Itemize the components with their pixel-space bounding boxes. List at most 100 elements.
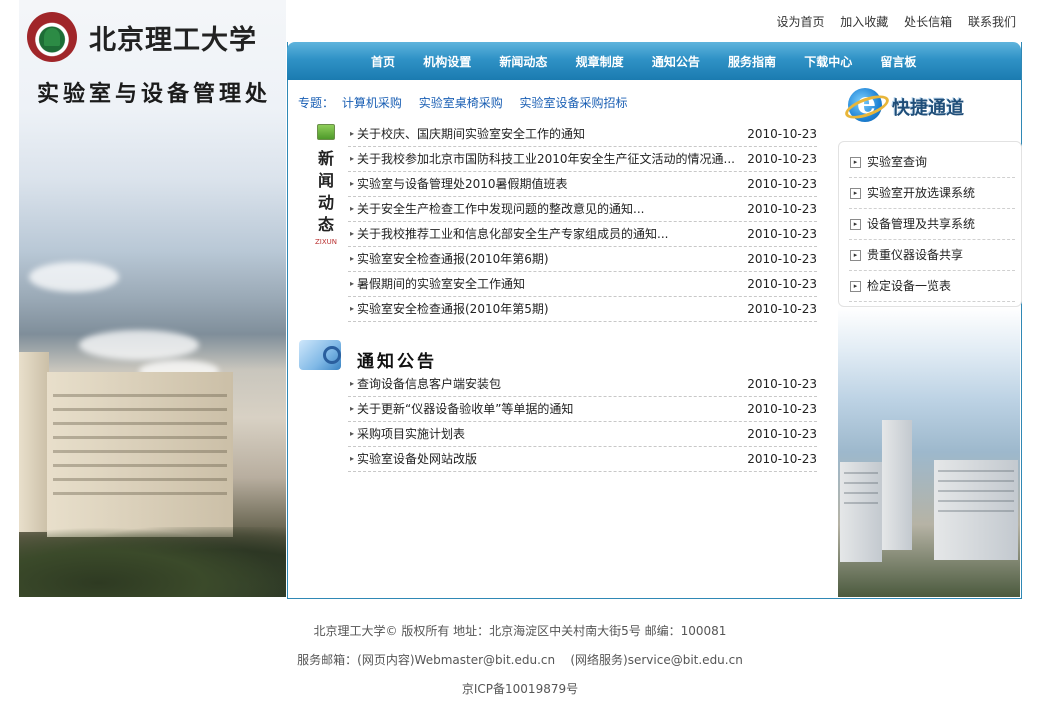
bullet-arrow-icon: ▸	[350, 404, 355, 413]
news-item[interactable]: ▸ 关于校庆、国庆期间实验室安全工作的通知 2010-10-23	[348, 122, 817, 147]
monitor-icon	[317, 124, 335, 140]
nav-service-guide[interactable]: 服务指南	[728, 55, 776, 69]
notice-item-date: 2010-10-23	[747, 427, 817, 441]
nav-downloads[interactable]: 下载中心	[804, 55, 852, 69]
news-item-date: 2010-10-23	[747, 252, 817, 266]
topic-link-computer[interactable]: 计算机采购	[342, 96, 402, 110]
bullet-arrow-icon: ▸	[350, 229, 355, 238]
department-name: 实验室与设备管理处	[37, 81, 272, 107]
building-image	[840, 462, 882, 562]
footer-icp: 京ICP备10019879号	[461, 682, 579, 696]
quick-link-equipment-system[interactable]: ▸ 设备管理及共享系统	[849, 209, 1015, 240]
notice-section-title: 通知公告	[357, 352, 437, 372]
quick-link-label[interactable]: 实验室开放选课系统	[867, 178, 975, 208]
bullet-arrow-icon: ▸	[350, 129, 355, 138]
nav-organization[interactable]: 机构设置	[423, 55, 471, 69]
bullet-arrow-icon: ▸	[350, 254, 355, 263]
bullet-arrow-icon: ▸	[350, 304, 355, 313]
news-item-date: 2010-10-23	[747, 177, 817, 191]
topics-label: 专题：	[298, 96, 335, 110]
bullet-arrow-icon: ▸	[350, 429, 355, 438]
notice-item-title[interactable]: 采购项目实施计划表	[357, 422, 742, 446]
news-item-title[interactable]: 实验室安全检查通报(2010年第5期)	[357, 297, 742, 321]
news-item-date: 2010-10-23	[747, 227, 817, 241]
building-image	[934, 460, 1018, 560]
news-item-title[interactable]: 关于校庆、国庆期间实验室安全工作的通知	[357, 122, 742, 146]
magnifier-icon	[299, 340, 341, 370]
nav-home[interactable]: 首页	[371, 55, 395, 69]
news-item[interactable]: ▸ 实验室与设备管理处2010暑假期值班表 2010-10-23	[348, 172, 817, 197]
arrow-box-icon: ▸	[850, 188, 861, 199]
nav-news[interactable]: 新闻动态	[499, 55, 547, 69]
bullet-arrow-icon: ▸	[350, 279, 355, 288]
top-links: 设为首页 加入收藏 处长信箱 联系我们	[764, 13, 1016, 30]
university-name: 北京理工大学	[89, 25, 257, 56]
notice-section-header: 通知公告	[299, 338, 499, 374]
notice-item-title[interactable]: 查询设备信息客户端安装包	[357, 372, 742, 396]
cloud	[29, 262, 119, 292]
notice-item-date: 2010-10-23	[747, 402, 817, 416]
cloud	[79, 330, 199, 360]
nav-notices[interactable]: 通知公告	[652, 55, 700, 69]
notice-item[interactable]: ▸ 关于更新“仪器设备验收单”等单据的通知 2010-10-23	[348, 397, 817, 422]
add-favorite-link[interactable]: 加入收藏	[840, 15, 888, 29]
news-title-char: 新	[317, 149, 334, 168]
contact-us-link[interactable]: 联系我们	[968, 15, 1016, 29]
bullet-arrow-icon: ▸	[350, 204, 355, 213]
news-item-date: 2010-10-23	[747, 127, 817, 141]
news-item[interactable]: ▸ 关于安全生产检查工作中发现问题的整改意见的通知... 2010-10-23	[348, 197, 817, 222]
main-nav: 首页 机构设置 新闻动态 规章制度 通知公告 服务指南 下载中心 留言板	[287, 42, 1021, 80]
quick-link-instrument-sharing[interactable]: ▸ 贵重仪器设备共享	[849, 240, 1015, 271]
bullet-arrow-icon: ▸	[350, 154, 355, 163]
quick-access-list: ▸ 实验室查询 ▸ 实验室开放选课系统 ▸ 设备管理及共享系统 ▸ 贵重仪器设备共享 ▸…	[838, 141, 1022, 307]
trees-image	[19, 527, 286, 597]
news-item-title[interactable]: 关于安全生产检查工作中发现问题的整改意见的通知...	[357, 197, 742, 221]
footer-copyright: 北京理工大学© 版权所有 地址：北京海淀区中关村南大街5号 邮编：100081	[313, 624, 727, 638]
set-homepage-link[interactable]: 设为首页	[776, 15, 824, 29]
news-item[interactable]: ▸ 暑假期间的实验室安全工作通知 2010-10-23	[348, 272, 817, 297]
header-banner: 北京理工大学 实验室与设备管理处	[19, 0, 286, 597]
topics-row: 专题： 计算机采购 实验室桌椅采购 实验室设备采购招标	[298, 94, 641, 111]
quick-access-title: 快捷通道	[892, 98, 964, 119]
news-item-title[interactable]: 实验室安全检查通报(2010年第6期)	[357, 247, 742, 271]
arrow-box-icon: ▸	[850, 219, 861, 230]
arrow-box-icon: ▸	[850, 157, 861, 168]
bullet-arrow-icon: ▸	[350, 179, 355, 188]
news-item-title[interactable]: 关于我校推荐工业和信息化部安全生产专家组成员的通知...	[357, 222, 742, 246]
notice-item-title[interactable]: 实验室设备处网站改版	[357, 447, 742, 471]
topic-link-furniture[interactable]: 实验室桌椅采购	[419, 96, 503, 110]
nav-message-board[interactable]: 留言板	[880, 55, 916, 69]
arrow-box-icon: ▸	[850, 281, 861, 292]
topic-link-equipment[interactable]: 实验室设备采购招标	[520, 96, 628, 110]
quick-link-label[interactable]: 检定设备一览表	[867, 271, 951, 301]
news-item[interactable]: ▸ 实验室安全检查通报(2010年第5期) 2010-10-23	[348, 297, 817, 322]
notice-item[interactable]: ▸ 实验室设备处网站改版 2010-10-23	[348, 447, 817, 472]
director-mailbox-link[interactable]: 处长信箱	[904, 15, 952, 29]
notice-item-title[interactable]: 关于更新“仪器设备验收单”等单据的通知	[357, 397, 742, 421]
quick-link-lab-query[interactable]: ▸ 实验室查询	[849, 147, 1015, 178]
news-section-label: 新 闻 动 态 ZIXUN	[315, 124, 337, 246]
news-item-title[interactable]: 关于我校参加北京市国防科技工业2010年安全生产征文活动的情况通...	[357, 147, 742, 171]
notice-item[interactable]: ▸ 采购项目实施计划表 2010-10-23	[348, 422, 817, 447]
university-emblem-icon	[27, 12, 77, 62]
nav-regulations[interactable]: 规章制度	[576, 55, 624, 69]
news-title-char: 动	[317, 193, 334, 212]
news-item[interactable]: ▸ 关于我校参加北京市国防科技工业2010年安全生产征文活动的情况通... 2010…	[348, 147, 817, 172]
news-item[interactable]: ▸ 关于我校推荐工业和信息化部安全生产专家组成员的通知... 2010-10-23	[348, 222, 817, 247]
news-item-title[interactable]: 暑假期间的实验室安全工作通知	[357, 272, 742, 296]
news-item-date: 2010-10-23	[747, 277, 817, 291]
building-image	[882, 420, 912, 550]
news-list: ▸ 关于校庆、国庆期间实验室安全工作的通知 2010-10-23 ▸ 关于我校参加北京…	[348, 122, 817, 322]
news-title-char: 闻	[317, 171, 334, 190]
quick-link-label[interactable]: 实验室查询	[867, 147, 927, 177]
notice-item[interactable]: ▸ 查询设备信息客户端安装包 2010-10-23	[348, 372, 817, 397]
quick-link-course-system[interactable]: ▸ 实验室开放选课系统	[849, 178, 1015, 209]
news-item-date: 2010-10-23	[747, 152, 817, 166]
news-item-date: 2010-10-23	[747, 302, 817, 316]
news-item-title[interactable]: 实验室与设备管理处2010暑假期值班表	[357, 172, 742, 196]
quick-link-label[interactable]: 设备管理及共享系统	[867, 209, 975, 239]
news-section-en: ZIXUN	[315, 238, 338, 246]
quick-link-label[interactable]: 贵重仪器设备共享	[867, 240, 963, 270]
quick-link-calibration-list[interactable]: ▸ 检定设备一览表	[849, 271, 1015, 302]
news-item[interactable]: ▸ 实验室安全检查通报(2010年第6期) 2010-10-23	[348, 247, 817, 272]
